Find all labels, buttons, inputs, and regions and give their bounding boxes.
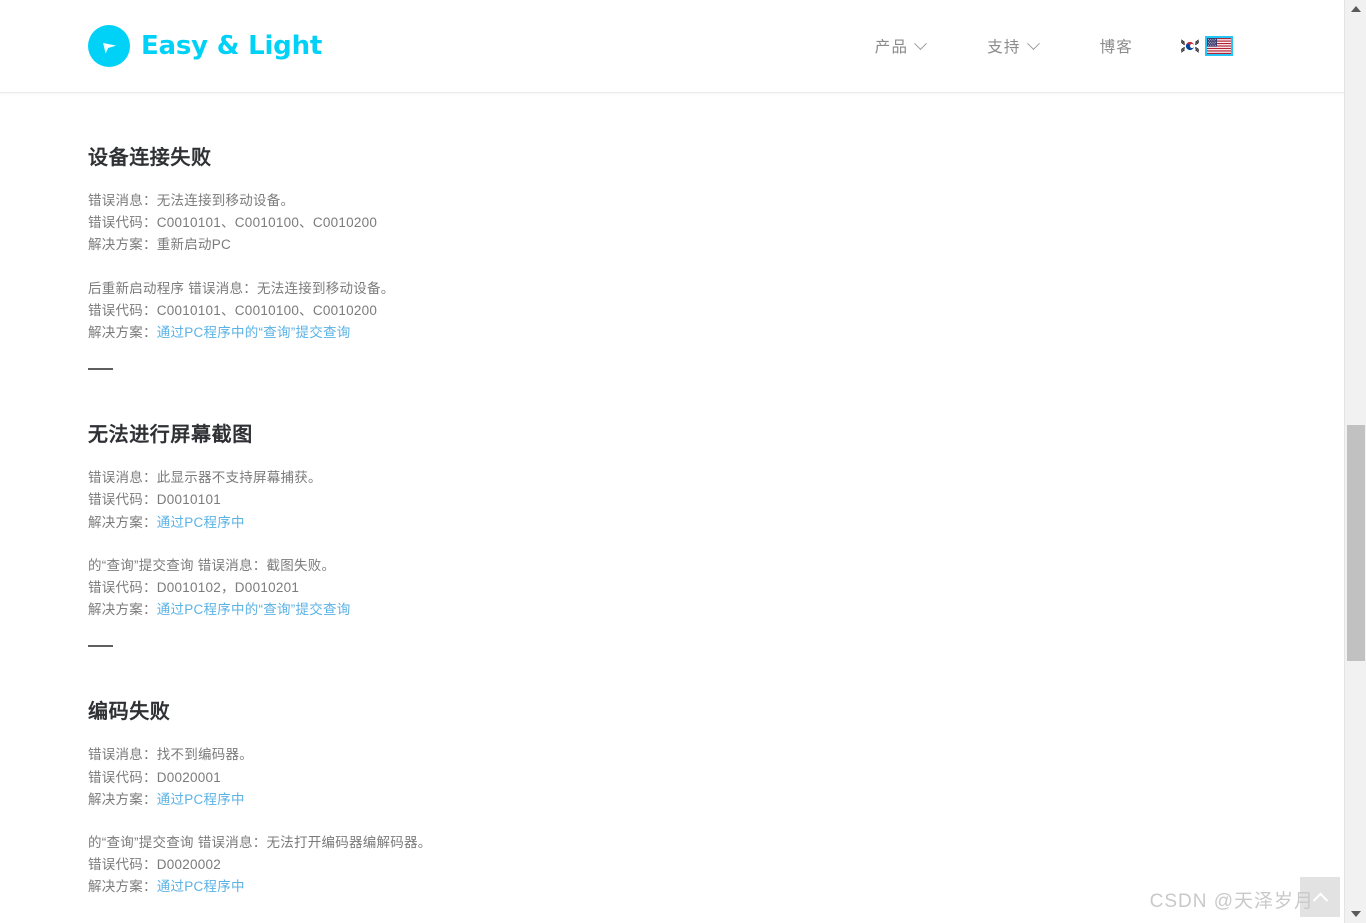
brand-name: Easy & Light [141, 31, 323, 61]
faq-line-label: 解决方案： [88, 879, 157, 895]
faq-line: 后重新启动程序 错误消息：无法连接到移动设备。 [88, 278, 1344, 300]
faq-line-label: 解决方案： [88, 602, 157, 618]
page-viewport: Easy & Light 产品 支持 博客 设备连接失败 错误消息：无法连接到移… [0, 0, 1344, 923]
site-header: Easy & Light 产品 支持 博客 [0, 0, 1344, 93]
faq-line-value: C0010101、C0010100、C0010200 [156, 215, 378, 231]
faq-line: 错误消息：此显示器不支持屏幕捕获。 [88, 467, 1344, 489]
faq-solution-link[interactable]: 通过PC程序中 [157, 792, 245, 807]
faq-line: 解决方案：通过PC程序中 [88, 876, 1344, 898]
faq-line-label: 错误代码： [88, 580, 157, 596]
faq-line-value: D0020002 [156, 857, 222, 873]
faq-line: 解决方案：通过PC程序中的“查询”提交查询 [88, 599, 1344, 621]
faq-line: 的“查询”提交查询 错误消息：无法打开编码器编解码器。 [88, 832, 1344, 854]
faq-line-value: C0010101、C0010100、C0010200 [156, 302, 378, 318]
faq-line-value: 无法连接到移动设备。 [257, 280, 395, 296]
faq-line-label: 错误代码： [88, 302, 157, 318]
nav-item-products[interactable]: 产品 [874, 27, 928, 65]
faq-line-label: 解决方案： [88, 791, 157, 807]
faq-section: 编码失败 错误消息：找不到编码器。 错误代码：D0020001 解决方案：通过P… [88, 647, 1344, 923]
faq-line-value: 无法打开编码器编解码器。 [266, 835, 432, 851]
chevron-up-icon [1312, 892, 1328, 908]
language-option-korean[interactable] [1177, 37, 1203, 55]
faq-section: 设备连接失败 错误消息：无法连接到移动设备。 错误代码：C0010101、C00… [88, 93, 1344, 371]
scrollbar-up-arrow[interactable] [1345, 0, 1366, 18]
faq-line: 错误代码：D0020001 [88, 767, 1344, 789]
faq-block: 的“查询”提交查询 错误消息：无法打开编码器编解码器。 错误代码：D002000… [88, 832, 1344, 899]
vertical-scrollbar[interactable] [1344, 0, 1366, 923]
nav-item-blog[interactable]: 博客 [1100, 27, 1133, 65]
section-title: 无法进行屏幕截图 [88, 424, 253, 447]
faq-line: 解决方案：重新启动PC [88, 234, 1344, 256]
faq-line: 错误代码：D0020002 [88, 854, 1344, 876]
faq-line-value: D0020001 [156, 769, 222, 785]
faq-line-label: 错误消息： [88, 470, 157, 486]
faq-line-value: 找不到编码器。 [156, 747, 253, 763]
section-title: 编码失败 [88, 701, 171, 724]
section-title: 设备连接失败 [88, 147, 212, 169]
faq-line-label: 错误代码： [88, 492, 157, 508]
faq-line-value: 重新启动PC [156, 237, 232, 253]
faq-block: 错误消息：此显示器不支持屏幕捕获。 错误代码：D0010101 解决方案：通过P… [88, 467, 1344, 534]
faq-line: 的“查询”提交查询 错误消息：截图失败。 [88, 555, 1344, 577]
faq-line-label: 的“查询”提交查询 错误消息： [88, 835, 267, 851]
faq-line-value: D0010101 [156, 492, 222, 508]
paper-plane-cursor-icon [88, 25, 130, 67]
usa-flag-icon [1207, 38, 1231, 54]
chevron-down-icon [1026, 36, 1040, 50]
nav-item-label: 博客 [1099, 39, 1133, 56]
faq-line: 解决方案：通过PC程序中的“查询”提交查询 [88, 322, 1344, 344]
faq-line-value: 截图失败。 [266, 557, 336, 573]
faq-line-value: 无法连接到移动设备。 [156, 193, 295, 208]
faq-line-value: D0010102，D0010201 [156, 580, 300, 596]
faq-block: 错误消息：找不到编码器。 错误代码：D0020001 解决方案：通过PC程序中 [88, 744, 1344, 811]
faq-solution-link[interactable]: 通过PC程序中的“查询”提交查询 [157, 602, 351, 617]
chevron-down-icon [914, 36, 928, 50]
faq-line-value: 此显示器不支持屏幕捕获。 [156, 470, 322, 486]
faq-line-label: 错误代码： [88, 215, 157, 231]
faq-line-label: 错误消息： [88, 193, 157, 208]
faq-line-label: 解决方案： [88, 325, 157, 341]
faq-line-label: 后重新启动程序 错误消息： [88, 280, 258, 296]
faq-solution-link[interactable]: 通过PC程序中 [157, 879, 245, 894]
faq-line: 错误消息：找不到编码器。 [88, 744, 1344, 766]
faq-content: 设备连接失败 错误消息：无法连接到移动设备。 错误代码：C0010101、C00… [0, 93, 1344, 923]
faq-line-label: 错误代码： [88, 857, 157, 873]
faq-line: 错误代码：D0010101 [88, 489, 1344, 511]
scrollbar-thumb[interactable] [1347, 425, 1365, 661]
triangle-down-icon [1351, 911, 1361, 917]
korea-flag-icon [1178, 38, 1202, 54]
triangle-up-icon [1351, 6, 1361, 12]
main-navigation: 产品 支持 博客 [874, 27, 1233, 65]
nav-item-support[interactable]: 支持 [987, 27, 1040, 65]
language-option-english[interactable] [1205, 36, 1233, 56]
faq-block: 错误消息：无法连接到移动设备。 错误代码：C0010101、C0010100、C… [88, 190, 1344, 257]
faq-line-label: 的“查询”提交查询 错误消息： [88, 557, 267, 573]
language-switcher [1177, 36, 1233, 56]
nav-item-label: 支持 [987, 39, 1021, 56]
faq-line: 错误代码：C0010101、C0010100、C0010200 [88, 300, 1344, 322]
faq-line: 解决方案：通过PC程序中 [88, 512, 1344, 534]
faq-line: 解决方案：通过PC程序中 [88, 789, 1344, 811]
faq-section: 无法进行屏幕截图 错误消息：此显示器不支持屏幕捕获。 错误代码：D0010101… [88, 370, 1344, 648]
brand-logo-link[interactable]: Easy & Light [88, 25, 322, 67]
faq-line-label: 错误代码： [88, 769, 157, 785]
faq-line: 错误代码：C0010101、C0010100、C0010200 [88, 212, 1344, 234]
faq-solution-link[interactable]: 通过PC程序中的“查询”提交查询 [157, 325, 351, 340]
faq-line-label: 解决方案： [88, 237, 157, 253]
faq-solution-link[interactable]: 通过PC程序中 [157, 515, 245, 530]
faq-block: 的“查询”提交查询 错误消息：截图失败。 错误代码：D0010102，D0010… [88, 555, 1344, 622]
faq-line: 错误代码：D0010102，D0010201 [88, 577, 1344, 599]
faq-line-label: 解决方案： [88, 514, 157, 530]
scroll-to-top-button[interactable] [1300, 877, 1340, 917]
faq-line: 错误消息：无法连接到移动设备。 [88, 190, 1344, 212]
scrollbar-down-arrow[interactable] [1345, 905, 1366, 923]
nav-item-label: 产品 [874, 39, 909, 56]
faq-line-label: 错误消息： [88, 747, 157, 763]
faq-block: 后重新启动程序 错误消息：无法连接到移动设备。 错误代码：C0010101、C0… [88, 278, 1344, 345]
